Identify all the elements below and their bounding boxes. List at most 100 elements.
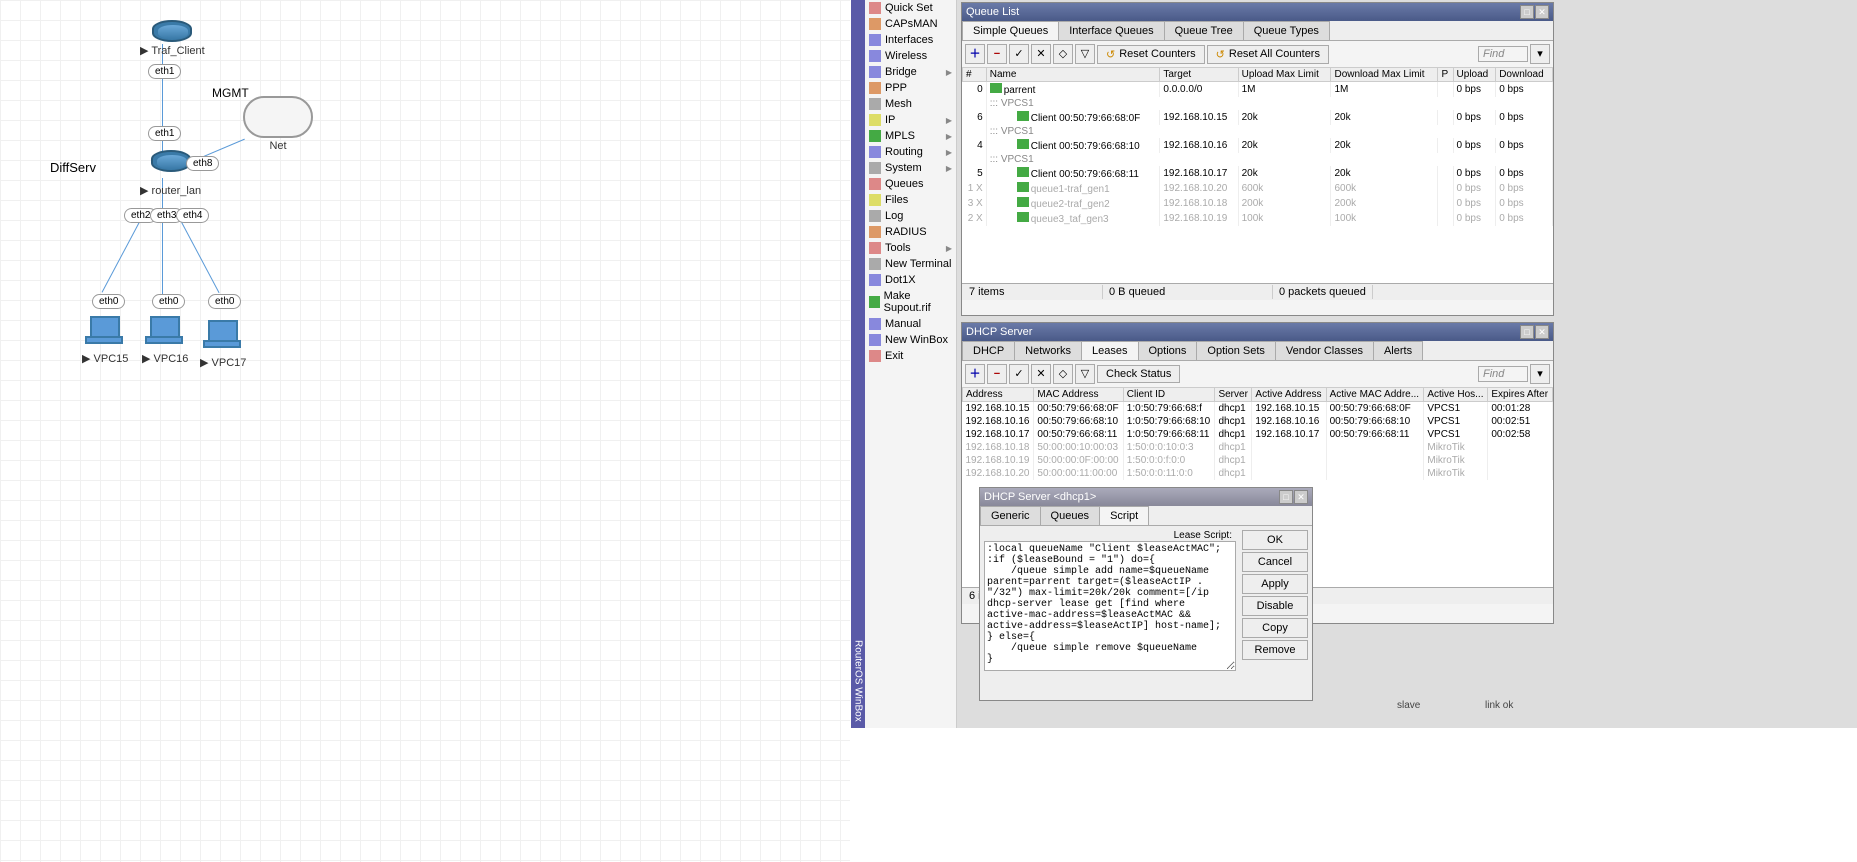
table-row[interactable]: ::: VPCS1 — [963, 153, 1553, 166]
table-row[interactable]: 4Client 00:50:79:66:68:10192.168.10.1620… — [963, 138, 1553, 153]
menu-item-radius[interactable]: RADIUS — [865, 224, 956, 240]
menu-item-manual[interactable]: Manual — [865, 316, 956, 332]
menu-item-routing[interactable]: Routing▶ — [865, 144, 956, 160]
enable-button[interactable]: ✓ — [1009, 44, 1029, 64]
tab-queue-types[interactable]: Queue Types — [1243, 21, 1330, 40]
menu-item-dot1x[interactable]: Dot1X — [865, 272, 956, 288]
table-row[interactable]: 192.168.10.1950:00:00:0F:00:001:50:0:0:f… — [963, 454, 1553, 467]
find-dropdown[interactable]: ▾ — [1530, 364, 1550, 384]
menu-item-mesh[interactable]: Mesh — [865, 96, 956, 112]
table-row[interactable]: 5Client 00:50:79:66:68:11192.168.10.1720… — [963, 166, 1553, 181]
menu-item-system[interactable]: System▶ — [865, 160, 956, 176]
tab-option-sets[interactable]: Option Sets — [1196, 341, 1275, 360]
table-row[interactable]: 192.168.10.1850:00:00:10:00:031:50:0:0:1… — [963, 441, 1553, 454]
tab-interface-queues[interactable]: Interface Queues — [1058, 21, 1164, 40]
menu-item-bridge[interactable]: Bridge▶ — [865, 64, 956, 80]
node-vpc16[interactable]: ▶ VPC16 — [142, 316, 188, 365]
queue-icon — [1017, 139, 1029, 149]
tab-dhcp[interactable]: DHCP — [962, 341, 1015, 360]
copy-button[interactable]: Copy — [1242, 618, 1308, 638]
table-row[interactable]: 192.168.10.1500:50:79:66:68:0F1:0:50:79:… — [963, 402, 1553, 416]
table-row[interactable]: 1 Xqueue1-traf_gen1192.168.10.20600k600k… — [963, 181, 1553, 196]
tab-simple-queues[interactable]: Simple Queues — [962, 21, 1059, 40]
reset-all-counters-button[interactable]: ↺Reset All Counters — [1207, 45, 1329, 64]
pc-icon — [203, 320, 243, 354]
menu-item-make-supout.rif[interactable]: Make Supout.rif — [865, 288, 956, 316]
queue-icon — [1017, 197, 1029, 207]
router-icon — [151, 150, 191, 172]
find-dropdown[interactable]: ▾ — [1530, 44, 1550, 64]
tab-generic[interactable]: Generic — [980, 506, 1041, 525]
menu-item-log[interactable]: Log — [865, 208, 956, 224]
minimize-button[interactable]: □ — [1279, 490, 1293, 504]
find-input[interactable]: Find — [1478, 46, 1528, 62]
menu-item-queues[interactable]: Queues — [865, 176, 956, 192]
menu-item-tools[interactable]: Tools▶ — [865, 240, 956, 256]
menu-item-quick-set[interactable]: Quick Set — [865, 0, 956, 16]
disable-button[interactable]: ✕ — [1031, 364, 1051, 384]
apply-button[interactable]: Apply — [1242, 574, 1308, 594]
menu-item-files[interactable]: Files — [865, 192, 956, 208]
tab-queue-tree[interactable]: Queue Tree — [1164, 21, 1244, 40]
table-row[interactable]: 3 Xqueue2-traf_gen2192.168.10.18200k200k… — [963, 196, 1553, 211]
add-button[interactable]: ＋ — [965, 44, 985, 64]
menu-item-interfaces[interactable]: Interfaces — [865, 32, 956, 48]
menu-item-new-terminal[interactable]: New Terminal — [865, 256, 956, 272]
table-row[interactable]: 2 Xqueue3_taf_gen3192.168.10.19100k100k0… — [963, 211, 1553, 226]
menu-item-capsman[interactable]: CAPsMAN — [865, 16, 956, 32]
queue-tabs: Simple QueuesInterface QueuesQueue TreeQ… — [962, 21, 1553, 41]
tab-options[interactable]: Options — [1138, 341, 1198, 360]
disable-button[interactable]: ✕ — [1031, 44, 1051, 64]
ok-button[interactable]: OK — [1242, 530, 1308, 550]
table-row[interactable]: 0parrent0.0.0.0/01M1M0 bps0 bps — [963, 82, 1553, 98]
queue-table[interactable]: #NameTargetUpload Max LimitDownload Max … — [962, 67, 1553, 226]
menu-item-mpls[interactable]: MPLS▶ — [865, 128, 956, 144]
remove-button[interactable]: − — [987, 364, 1007, 384]
find-input[interactable]: Find — [1478, 366, 1528, 382]
close-button[interactable]: ✕ — [1535, 5, 1549, 19]
dhcp-leases-table[interactable]: AddressMAC AddressClient IDServerActive … — [962, 387, 1553, 480]
table-row[interactable]: 192.168.10.1600:50:79:66:68:101:0:50:79:… — [963, 415, 1553, 428]
close-button[interactable]: ✕ — [1535, 325, 1549, 339]
titlebar[interactable]: DHCP Server <dhcp1> □ ✕ — [980, 488, 1312, 506]
table-row[interactable]: 6Client 00:50:79:66:68:0F192.168.10.1520… — [963, 110, 1553, 125]
node-net-cloud[interactable]: Net — [243, 96, 313, 152]
lease-script-textarea[interactable] — [984, 541, 1236, 671]
node-traf-client[interactable]: ▶ Traf_Client — [140, 20, 205, 57]
menu-item-new-winbox[interactable]: New WinBox — [865, 332, 956, 348]
table-row[interactable]: ::: VPCS1 — [963, 97, 1553, 110]
menu-item-exit[interactable]: Exit — [865, 348, 956, 364]
tab-script[interactable]: Script — [1099, 506, 1149, 525]
comment-button[interactable]: ◇ — [1053, 44, 1073, 64]
close-button[interactable]: ✕ — [1294, 490, 1308, 504]
menu-item-ip[interactable]: IP▶ — [865, 112, 956, 128]
remove-button[interactable]: − — [987, 44, 1007, 64]
titlebar[interactable]: Queue List □ ✕ — [962, 3, 1553, 21]
check-status-button[interactable]: Check Status — [1097, 365, 1180, 383]
tab-alerts[interactable]: Alerts — [1373, 341, 1423, 360]
minimize-button[interactable]: □ — [1520, 325, 1534, 339]
comment-button[interactable]: ◇ — [1053, 364, 1073, 384]
table-row[interactable]: 192.168.10.2050:00:00:11:00:001:50:0:0:1… — [963, 467, 1553, 480]
node-vpc15[interactable]: ▶ VPC15 — [82, 316, 128, 365]
filter-button[interactable]: ▽ — [1075, 44, 1095, 64]
tab-queues[interactable]: Queues — [1040, 506, 1101, 525]
titlebar[interactable]: DHCP Server □ ✕ — [962, 323, 1553, 341]
tab-networks[interactable]: Networks — [1014, 341, 1082, 360]
menu-item-wireless[interactable]: Wireless — [865, 48, 956, 64]
reset-counters-button[interactable]: ↺Reset Counters — [1097, 45, 1205, 64]
enable-button[interactable]: ✓ — [1009, 364, 1029, 384]
minimize-button[interactable]: □ — [1520, 5, 1534, 19]
node-vpc17[interactable]: ▶ VPC17 — [200, 320, 246, 369]
topology-canvas[interactable]: DiffServ MGMT ▶ Traf_Client eth1 eth1 ▶ … — [0, 0, 850, 862]
table-row[interactable]: 192.168.10.1700:50:79:66:68:111:0:50:79:… — [963, 428, 1553, 441]
cancel-button[interactable]: Cancel — [1242, 552, 1308, 572]
disable-button[interactable]: Disable — [1242, 596, 1308, 616]
filter-button[interactable]: ▽ — [1075, 364, 1095, 384]
table-row[interactable]: ::: VPCS1 — [963, 125, 1553, 138]
add-button[interactable]: ＋ — [965, 364, 985, 384]
menu-item-ppp[interactable]: PPP — [865, 80, 956, 96]
tab-vendor-classes[interactable]: Vendor Classes — [1275, 341, 1374, 360]
remove-button[interactable]: Remove — [1242, 640, 1308, 660]
tab-leases[interactable]: Leases — [1081, 341, 1138, 360]
